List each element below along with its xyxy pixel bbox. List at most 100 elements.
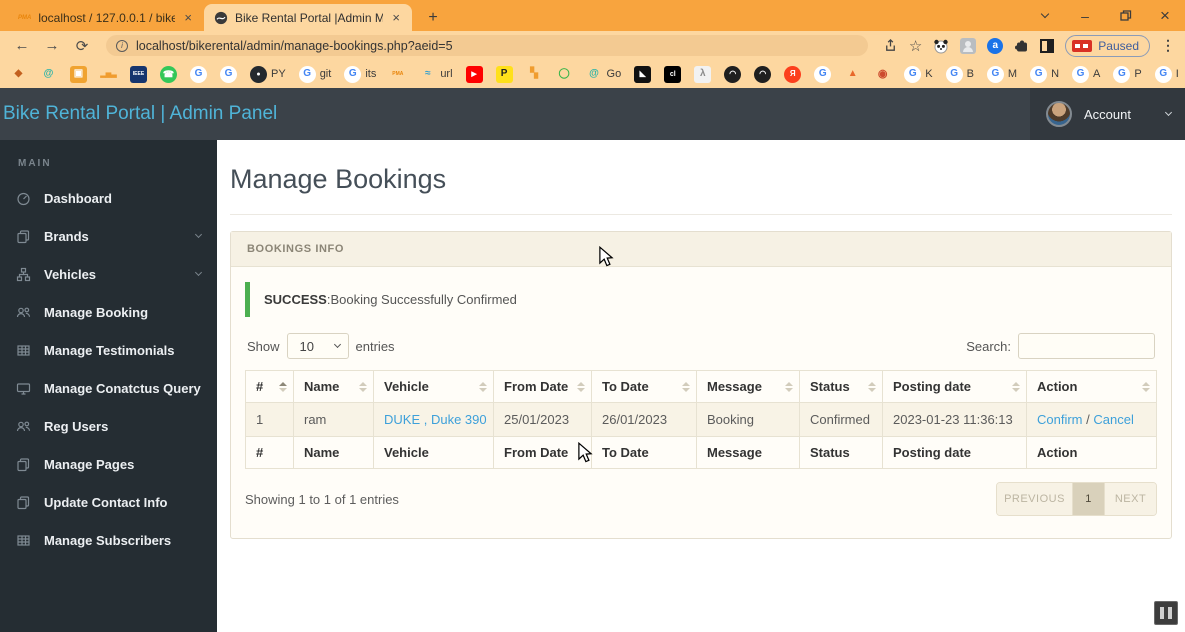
bookmark-label: K: [925, 68, 933, 80]
sidebar-item-reg-users[interactable]: Reg Users: [0, 407, 217, 445]
google-icon[interactable]: GI: [1154, 65, 1179, 83]
sidebar-item-manage-testimonials[interactable]: Manage Testimonials: [0, 331, 217, 369]
paused-extension-button[interactable]: Paused: [1065, 34, 1150, 57]
address-bar[interactable]: i localhost/bikerental/admin/manage-book…: [106, 35, 868, 56]
google-icon[interactable]: G: [190, 65, 207, 83]
pause-icon: [1160, 607, 1164, 619]
whatsapp-icon[interactable]: ☎: [160, 65, 177, 83]
godaddy-icon[interactable]: @ Go: [586, 66, 621, 83]
google-icon[interactable]: G: [220, 65, 237, 83]
matlab-icon-glyph: ▲: [847, 68, 858, 79]
column-header-action[interactable]: Action: [1026, 370, 1157, 403]
share-icon[interactable]: [883, 38, 898, 53]
column-header-to-date[interactable]: To Date: [591, 370, 697, 403]
bookmark-star-icon[interactable]: ☆: [909, 37, 922, 55]
analytics-icon[interactable]: ▂▅▃: [100, 66, 117, 83]
confirm-link[interactable]: Confirm: [1037, 412, 1083, 427]
github-icon[interactable]: ● PY: [250, 65, 286, 83]
panda-extension-icon[interactable]: [933, 38, 949, 54]
new-tab-button[interactable]: +: [420, 5, 446, 31]
tab-bike-rental-admin[interactable]: Bike Rental Portal |Admin Manag ×: [204, 4, 412, 31]
cancel-link[interactable]: Cancel: [1093, 412, 1133, 427]
reload-icon[interactable]: ⟳: [70, 37, 94, 55]
back-icon[interactable]: ←: [10, 37, 34, 54]
account-menu[interactable]: Account: [1030, 88, 1185, 140]
extensions-puzzle-icon[interactable]: [1014, 38, 1029, 53]
sidebar-item-update-contact-info[interactable]: Update Contact Info: [0, 483, 217, 521]
ieee-icon[interactable]: IEEE: [130, 65, 147, 83]
google-icon[interactable]: GA: [1072, 65, 1100, 83]
a-extension-icon[interactable]: a: [987, 37, 1004, 54]
sidebar-item-manage-contactus-query[interactable]: Manage Conatctus Query: [0, 369, 217, 407]
pause-button[interactable]: [1154, 601, 1178, 625]
column-header-vehicle[interactable]: Vehicle: [373, 370, 494, 403]
sidebar-item-manage-subscribers[interactable]: Manage Subscribers: [0, 521, 217, 559]
launcher-icon[interactable]: ◆: [10, 66, 27, 83]
column-header-from-date[interactable]: From Date: [493, 370, 592, 403]
entries-summary: Showing 1 to 1 of 1 entries: [245, 491, 399, 507]
footer-num: #: [245, 436, 294, 469]
previous-page-button[interactable]: PREVIOUS: [997, 483, 1073, 515]
phpmyadmin-icon[interactable]: PMA: [389, 66, 406, 83]
google-icon[interactable]: Gits: [344, 65, 376, 83]
curl-icon[interactable]: cl: [664, 65, 682, 83]
google-icon-glyph: G: [945, 65, 963, 83]
tab-phpmyadmin[interactable]: PMA localhost / 127.0.0.1 / bikerental ×: [8, 4, 204, 31]
google-icon[interactable]: GB: [945, 65, 974, 83]
browser-menu-icon[interactable]: ⋮: [1161, 37, 1175, 54]
column-header-message[interactable]: Message: [696, 370, 800, 403]
vehicle-link[interactable]: DUKE , Duke 390: [384, 412, 487, 427]
sidebar-item-vehicles[interactable]: Vehicles: [0, 255, 217, 293]
sidebar-item-dashboard[interactable]: Dashboard: [0, 179, 217, 217]
dashboard-icon: [17, 192, 30, 205]
youtube-icon-glyph: ▶: [465, 65, 483, 83]
globe-icon[interactable]: ◠: [724, 65, 742, 83]
google-icon[interactable]: G: [814, 65, 832, 83]
google-icon[interactable]: GK: [904, 65, 933, 83]
entries-select[interactable]: 10: [286, 333, 349, 359]
forward-icon[interactable]: →: [40, 37, 64, 54]
youtube-icon[interactable]: ▶: [465, 65, 483, 83]
brand-title[interactable]: Bike Rental Portal | Admin Panel: [0, 103, 277, 125]
show-label: Show: [247, 338, 280, 354]
tab-close-icon[interactable]: ×: [390, 10, 402, 25]
eye-icon[interactable]: ◉: [874, 66, 891, 83]
cell-name: ram: [293, 402, 374, 437]
yandex-icon[interactable]: Я: [784, 65, 802, 83]
orange-box-icon[interactable]: ▣: [70, 65, 87, 83]
figure-icon[interactable]: λ: [694, 65, 712, 83]
google-icon[interactable]: GN: [1030, 65, 1059, 83]
sidebar-item-manage-booking[interactable]: Manage Booking: [0, 293, 217, 331]
bird-icon[interactable]: ◣: [634, 65, 652, 83]
cell-num: 1: [245, 402, 294, 437]
godaddy-icon[interactable]: @: [40, 66, 57, 83]
page-info-icon[interactable]: i: [116, 39, 128, 52]
matlab-icon[interactable]: ▲: [844, 66, 861, 83]
profile-icon[interactable]: [1040, 38, 1055, 53]
wave-icon[interactable]: ≈ url: [419, 66, 452, 83]
green-ring-icon[interactable]: ◯: [556, 66, 573, 83]
search-input[interactable]: [1018, 333, 1155, 359]
window-close-button[interactable]: ×: [1145, 1, 1185, 30]
tab-search-button[interactable]: [1025, 1, 1065, 30]
window-restore-button[interactable]: [1105, 1, 1145, 30]
next-page-button[interactable]: NEXT: [1104, 483, 1156, 515]
current-page-button[interactable]: 1: [1073, 483, 1104, 515]
person-extension-icon[interactable]: [960, 37, 977, 54]
p-icon[interactable]: P: [495, 65, 513, 83]
column-header-name[interactable]: Name: [293, 370, 374, 403]
column-header-posting-date[interactable]: Posting date: [882, 370, 1027, 403]
window-minimize-button[interactable]: –: [1065, 1, 1105, 30]
google-icon[interactable]: Ggit: [298, 65, 331, 83]
sidebar-item-manage-pages[interactable]: Manage Pages: [0, 445, 217, 483]
column-header-status[interactable]: Status: [799, 370, 883, 403]
ieee-icon-glyph: IEEE: [130, 65, 147, 83]
globe-icon[interactable]: ◠: [754, 65, 772, 83]
column-header-num[interactable]: #: [245, 370, 294, 403]
google-icon[interactable]: GP: [1113, 65, 1142, 83]
google-icon[interactable]: GM: [986, 65, 1017, 83]
sidebar-item-brands[interactable]: Brands: [0, 217, 217, 255]
film-icon[interactable]: ▚: [526, 66, 543, 83]
sort-icon: [785, 381, 793, 392]
tab-close-icon[interactable]: ×: [182, 10, 194, 25]
